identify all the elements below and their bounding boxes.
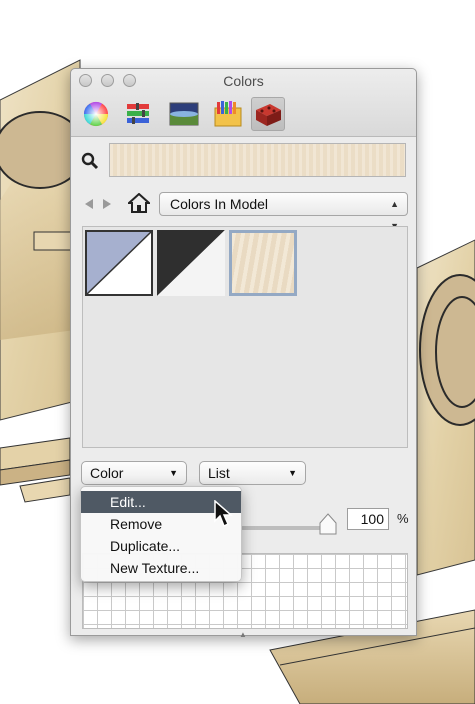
title-bar[interactable]: Colors — [71, 69, 416, 137]
color-wheel-icon — [84, 101, 108, 127]
material-preview-search-field[interactable] — [109, 143, 406, 177]
black-white-swatch-icon — [157, 230, 225, 296]
image-palettes-icon — [214, 101, 242, 127]
swatch-black-white[interactable] — [157, 230, 225, 296]
resize-grip-icon[interactable]: ▲ — [239, 630, 247, 639]
opacity-slider-track[interactable] — [241, 526, 331, 530]
crayons-brick-icon — [256, 104, 281, 126]
swatch-default[interactable] — [85, 230, 153, 296]
chevron-down-icon: ▼ — [169, 468, 178, 478]
menu-item-new-texture[interactable]: New Texture... — [81, 557, 241, 579]
opacity-input[interactable]: 100 — [347, 508, 389, 530]
swatch-list[interactable] — [82, 226, 408, 448]
menu-item-duplicate[interactable]: Duplicate... — [81, 535, 241, 557]
forward-arrow-icon[interactable] — [101, 198, 113, 210]
color-palettes-icon — [169, 102, 199, 126]
color-wheel-tab[interactable] — [79, 97, 113, 131]
default-material-swatch-icon — [86, 231, 152, 295]
crayons-brick-tab[interactable] — [251, 97, 285, 131]
opacity-slider-thumb[interactable] — [319, 513, 337, 535]
view-select[interactable]: List ▼ — [199, 461, 306, 485]
back-arrow-icon[interactable] — [83, 198, 95, 210]
swatch-wood[interactable] — [229, 230, 297, 296]
collection-select[interactable]: Colors In Model ▲▼ — [159, 192, 408, 231]
view-select-label: List — [208, 465, 230, 481]
home-icon[interactable] — [128, 193, 150, 213]
search-icon — [81, 152, 99, 175]
collection-select-label: Colors In Model — [170, 196, 269, 212]
window-title: Colors — [223, 73, 264, 89]
opacity-unit-label: % — [397, 511, 409, 526]
chevron-down-icon: ▼ — [288, 468, 297, 478]
mouse-pointer-icon — [214, 500, 233, 528]
mode-select-label: Color — [90, 465, 124, 481]
color-sliders-icon — [127, 103, 149, 124]
image-palettes-tab[interactable] — [211, 97, 245, 131]
color-palettes-tab[interactable] — [167, 97, 201, 131]
mode-select[interactable]: Color ▼ — [81, 461, 187, 485]
color-sliders-tab[interactable] — [121, 97, 155, 131]
